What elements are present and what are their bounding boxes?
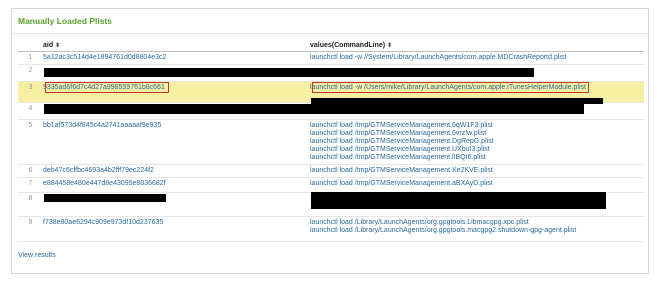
command-line-link[interactable]: launchctl load /tmp/GTMServiceManagement… xyxy=(310,167,644,175)
table-row[interactable]: 9 f738e80ae6294c909e973df10d237635 launchc… xyxy=(18,216,644,242)
redaction-bar xyxy=(44,194,166,202)
row-number-header xyxy=(18,39,40,52)
redaction-bar xyxy=(44,104,584,114)
aid-cell: deb47c6cffbc4693a4b2fff79ec224f2 xyxy=(40,164,307,178)
highlight-outline-aid xyxy=(45,82,169,93)
command-line-link[interactable]: launchctl load /tmp/GTMServiceManagement… xyxy=(310,138,644,146)
aid-cell: 5a12ac3c514d4e1894761d0d8804e3c2 xyxy=(40,51,307,65)
row-number: 5 xyxy=(18,119,40,165)
aid-link[interactable]: f738e80ae6294c909e973df10d237635 xyxy=(43,219,307,227)
command-line-link[interactable]: launchctl load /tmp/GTMServiceManagement… xyxy=(310,180,644,188)
row-number: 7 xyxy=(18,177,40,193)
row-number: 8 xyxy=(18,192,40,217)
table-row[interactable]: 7 e884458e480e447d8e43095e8036682f launchc… xyxy=(18,177,644,193)
values-cell: launchctl load /tmp/GTMServiceManagement… xyxy=(307,119,644,165)
row-number: 9 xyxy=(18,216,40,242)
values-cell: launchctl load -w //System/Library/Launc… xyxy=(307,51,644,65)
aid-link[interactable]: deb47c6cffbc4693a4b2fff79ec224f2 xyxy=(43,167,307,175)
table-body: 1 5a12ac3c514d4e1894761d0d8804e3c2 launchc… xyxy=(18,51,644,242)
values-header-label: values(CommandLine) xyxy=(310,41,386,49)
sort-icon[interactable]: ⬍ xyxy=(55,43,60,49)
aid-link[interactable]: e884458e480e447d8e43095e8036682f xyxy=(43,180,307,188)
command-line-link[interactable]: launchctl load /tmp/GTMServiceManagement… xyxy=(310,122,644,130)
sort-icon[interactable]: ⬍ xyxy=(387,43,392,49)
aid-cell: e884458e480e447d8e43095e8036682f xyxy=(40,177,307,193)
aid-link[interactable]: 5a12ac3c514d4e1894761d0d8804e3c2 xyxy=(43,54,307,62)
row-number: 4 xyxy=(18,102,40,120)
values-column-header[interactable]: values(CommandLine) ⬍ xyxy=(307,39,644,52)
command-line-link[interactable]: launchctl load /Library/LaunchAgents/org… xyxy=(310,227,644,235)
redaction-bar xyxy=(44,68,534,77)
command-line-link[interactable]: launchctl load /tmp/GTMServiceManagement… xyxy=(310,130,644,138)
aid-column-header[interactable]: aid ⬍ xyxy=(40,39,307,52)
view-results-link[interactable]: View results xyxy=(18,252,56,259)
row-number: 2 xyxy=(18,64,40,82)
table-header-row: aid ⬍ values(CommandLine) ⬍ xyxy=(18,39,644,52)
table-row[interactable]: 6 deb47c6cffbc4693a4b2fff79ec224f2 launchc… xyxy=(18,164,644,178)
values-cell: launchctl load /Library/LaunchAgents/org… xyxy=(307,216,644,242)
command-line-link[interactable]: launchctl load -w //System/Library/Launc… xyxy=(310,54,644,62)
aid-cell: bb1af573d4f845c4a2741aaaaaf9e935 xyxy=(40,119,307,165)
title-divider xyxy=(12,33,648,34)
table-row[interactable]: 1 5a12ac3c514d4e1894761d0d8804e3c2 launchc… xyxy=(18,51,644,65)
panel-title: Manually Loaded Plists xyxy=(18,16,112,26)
row-number: 1 xyxy=(18,51,40,65)
row-number: 6 xyxy=(18,164,40,178)
highlight-outline-command xyxy=(312,82,589,93)
aid-header-label: aid xyxy=(43,41,54,49)
row-number: 3 xyxy=(18,81,40,103)
redaction-bar xyxy=(311,192,606,209)
values-cell: launchctl load /tmp/GTMServiceManagement… xyxy=(307,164,644,178)
table-row[interactable]: 5 bb1af573d4f845c4a2741aaaaaf9e935 launchc… xyxy=(18,119,644,165)
command-line-link[interactable]: launchctl load /tmp/GTMServiceManagement… xyxy=(310,146,644,154)
command-line-link[interactable]: launchctl load /tmp/GTMServiceManagement… xyxy=(310,154,644,162)
command-line-link[interactable]: launchctl load /Library/LaunchAgents/org… xyxy=(310,219,644,227)
aid-cell: f738e80ae6294c909e973df10d237635 xyxy=(40,216,307,242)
aid-link[interactable]: bb1af573d4f845c4a2741aaaaaf9e935 xyxy=(43,122,307,130)
values-cell: launchctl load /tmp/GTMServiceManagement… xyxy=(307,177,644,193)
manually-loaded-plists-panel: Manually Loaded Plists aid ⬍ values(Comma… xyxy=(11,8,649,274)
